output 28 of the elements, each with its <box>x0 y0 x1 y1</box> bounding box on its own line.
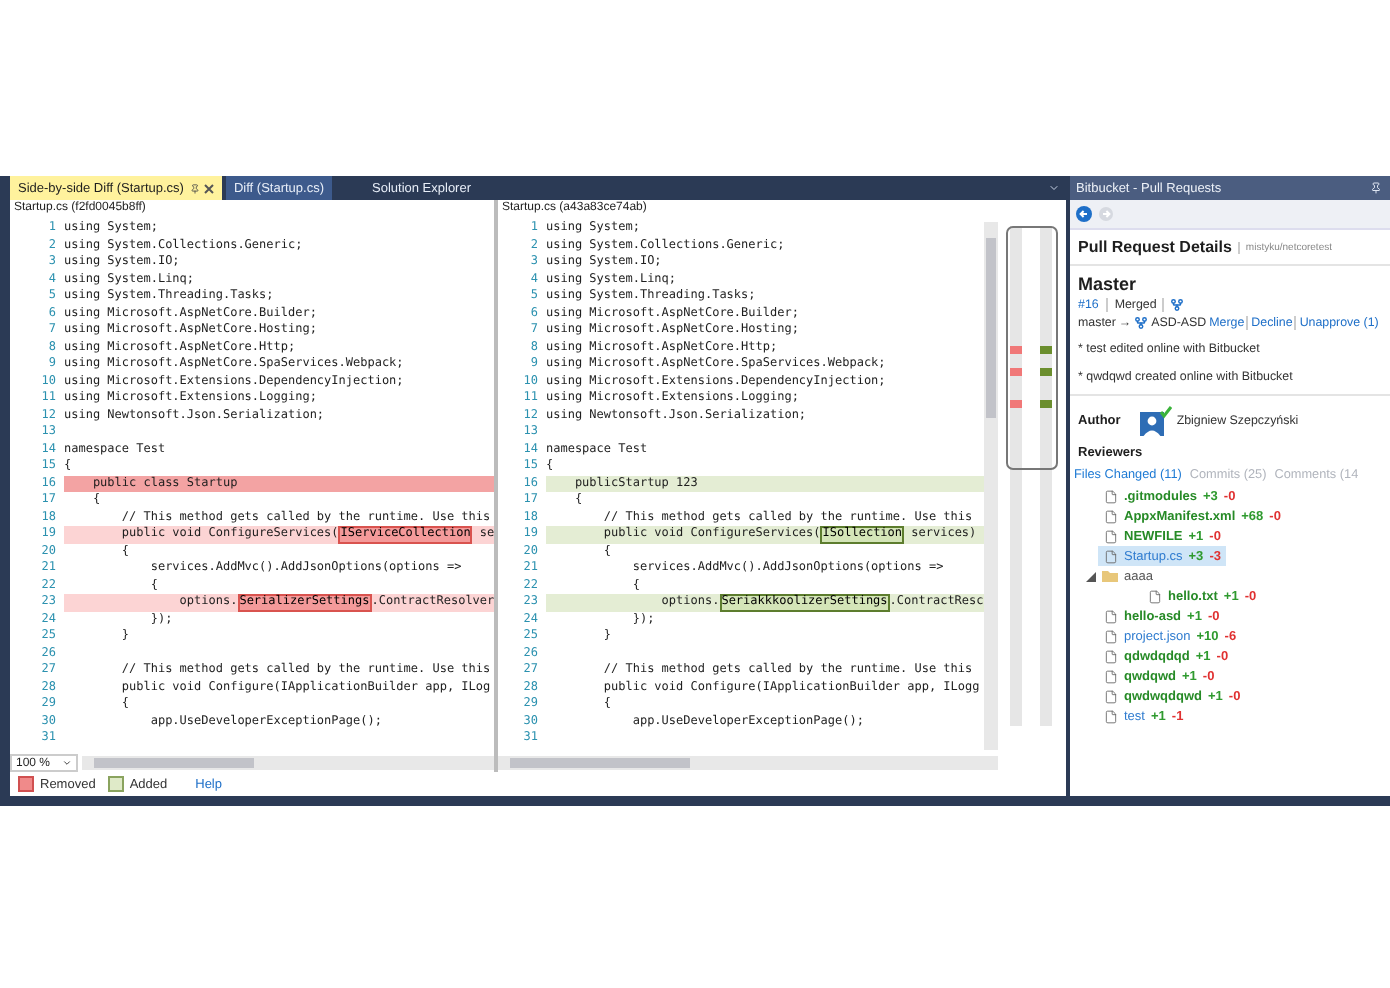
horizontal-scrollbar[interactable] <box>82 756 494 770</box>
pull-request-title: Master <box>1078 274 1139 294</box>
dropdown-icon[interactable] <box>1048 182 1060 194</box>
horizontal-scrollbar[interactable] <box>498 756 998 770</box>
branch-icon <box>1134 316 1149 330</box>
file-icon <box>1148 589 1162 603</box>
removed-swatch <box>18 776 34 792</box>
pin-icon[interactable] <box>189 183 200 193</box>
added-swatch <box>107 776 124 792</box>
expand-toggle-icon[interactable] <box>1086 571 1096 581</box>
vertical-scrollbar[interactable] <box>984 222 998 750</box>
back-icon[interactable] <box>1076 206 1092 222</box>
file-icon <box>1104 509 1118 523</box>
file-icon <box>1104 709 1118 723</box>
folder-icon <box>1102 570 1118 582</box>
section-heading: Pull Request Details <box>1078 238 1232 256</box>
file-icon <box>1104 549 1118 563</box>
file-icon <box>1104 649 1118 663</box>
file-icon <box>1104 629 1118 643</box>
file-icon <box>1104 489 1118 503</box>
branch-icon <box>1170 298 1185 312</box>
file-icon <box>1104 609 1118 623</box>
close-icon[interactable] <box>203 183 214 193</box>
file-icon <box>1104 529 1118 543</box>
file-icon <box>1104 689 1118 703</box>
avatar-icon <box>1140 406 1173 436</box>
file-icon <box>1104 669 1118 683</box>
caret-icon <box>62 758 72 768</box>
